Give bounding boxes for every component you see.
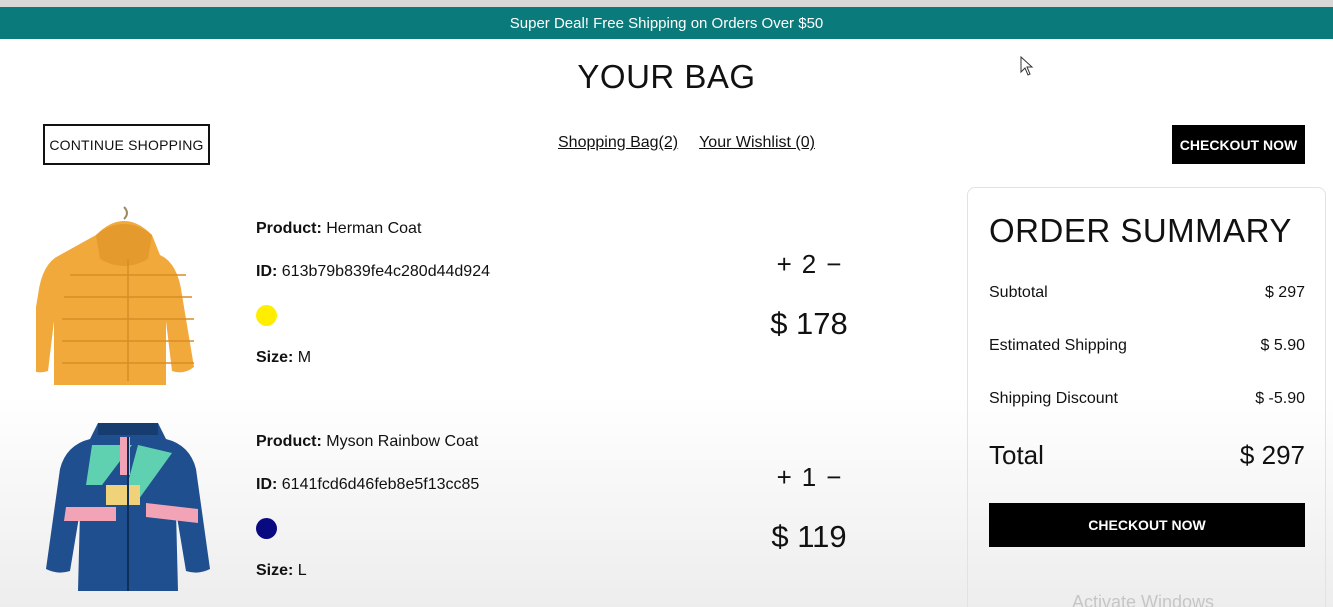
cart-item: Product: Herman Coat ID: 613b79b839fe4c2…	[0, 200, 960, 400]
shipping-discount-label: Shipping Discount	[989, 390, 1118, 407]
product-id-line: ID: 6141fcd6d46feb8e5f13cc85	[256, 476, 479, 494]
product-name-line: Product: Myson Rainbow Coat	[256, 433, 478, 451]
checkout-now-button-top[interactable]: CHECKOUT NOW	[1172, 125, 1305, 164]
yellow-puffer-jacket-image	[36, 206, 194, 385]
product-name-line: Product: Herman Coat	[256, 220, 421, 238]
quantity-control: + 2 −	[749, 249, 869, 280]
shipping-discount-value: $ -5.90	[1255, 390, 1305, 407]
browser-top-strip	[0, 0, 1333, 7]
decrease-quantity-button[interactable]: −	[826, 249, 841, 280]
product-name: Herman Coat	[326, 220, 422, 237]
announcement-text: Super Deal! Free Shipping on Orders Over…	[509, 14, 824, 32]
bag-links: Shopping Bag(2) Your Wishlist (0)	[558, 134, 815, 152]
shipping-discount-row: Shipping Discount $ -5.90	[989, 390, 1305, 408]
product-price: $ 178	[770, 306, 848, 341]
quantity-value: 1	[801, 462, 817, 492]
increase-quantity-button[interactable]: +	[777, 462, 792, 493]
subtotal-value: $ 297	[1264, 284, 1305, 301]
product-label: Product:	[256, 433, 322, 450]
wishlist-link[interactable]: Your Wishlist (0)	[699, 134, 815, 152]
subtotal-row: Subtotal $ 297	[989, 284, 1305, 302]
product-name: Myson Rainbow Coat	[326, 433, 479, 450]
increase-quantity-button[interactable]: +	[777, 249, 792, 280]
id-label: ID:	[256, 263, 278, 280]
shopping-bag-link[interactable]: Shopping Bag(2)	[558, 134, 678, 152]
id-label: ID:	[256, 476, 278, 493]
size-label: Size:	[256, 349, 294, 366]
product-size-line: Size: M	[256, 349, 311, 367]
order-summary-title: ORDER SUMMARY	[989, 212, 1292, 249]
checkout-now-button-summary[interactable]: CHECKOUT NOW	[989, 503, 1305, 547]
estimated-shipping-row: Estimated Shipping $ 5.90	[989, 337, 1305, 355]
estimated-shipping-label: Estimated Shipping	[989, 337, 1127, 354]
size-label: Size:	[256, 562, 294, 579]
product-id: 6141fcd6d46feb8e5f13cc85	[281, 476, 480, 493]
blue-rainbow-jacket-image	[46, 423, 210, 591]
total-label: Total	[989, 440, 1044, 470]
product-size-line: Size: L	[256, 562, 307, 580]
order-summary-panel: ORDER SUMMARY Subtotal $ 297 Estimated S…	[967, 187, 1326, 607]
product-id-line: ID: 613b79b839fe4c280d44d924	[256, 263, 490, 281]
product-id: 613b79b839fe4c280d44d924	[281, 263, 490, 280]
subtotal-label: Subtotal	[989, 284, 1048, 301]
product-size: M	[297, 349, 312, 366]
color-swatch	[256, 518, 277, 539]
quantity-control: + 1 −	[749, 462, 869, 493]
announcement-bar: Super Deal! Free Shipping on Orders Over…	[0, 7, 1333, 39]
cart-item: Product: Myson Rainbow Coat ID: 6141fcd6…	[0, 413, 960, 607]
mouse-cursor-icon	[1020, 56, 1034, 76]
page-title: YOUR BAG	[577, 58, 756, 95]
activate-windows-watermark: Activate Windows	[1072, 592, 1215, 607]
decrease-quantity-button[interactable]: −	[826, 462, 841, 493]
product-size: L	[297, 562, 307, 579]
estimated-shipping-value: $ 5.90	[1260, 337, 1305, 354]
product-price: $ 119	[771, 519, 847, 554]
total-row: Total $ 297	[989, 440, 1305, 471]
quantity-value: 2	[801, 249, 817, 279]
total-value: $ 297	[1239, 440, 1305, 470]
product-label: Product:	[256, 220, 322, 237]
continue-shopping-button[interactable]: CONTINUE SHOPPING	[43, 124, 210, 165]
color-swatch	[256, 305, 277, 326]
